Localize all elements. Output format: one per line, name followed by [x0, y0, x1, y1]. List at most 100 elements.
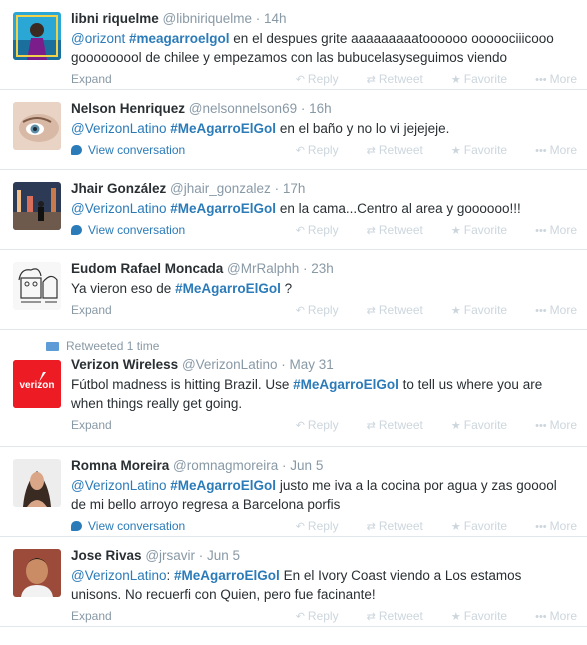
reply-button[interactable]: ↶ Reply: [282, 143, 339, 157]
tweet-item[interactable]: Jhair González @jhair_gonzalez · 17h @Ver…: [0, 170, 587, 250]
hashtag-link[interactable]: #MeAgarroElGol: [175, 281, 281, 296]
tweet-actions: ↶ Reply ⇄ Retweet ★ Favorite ••• More: [268, 519, 577, 533]
favorite-label: Favorite: [463, 609, 508, 623]
user-handle[interactable]: @VerizonLatino: [182, 357, 278, 372]
hashtag-link[interactable]: #MeAgarroElGol: [174, 568, 280, 583]
tweet-timestamp[interactable]: Jun 5: [207, 548, 240, 563]
retweet-button[interactable]: ⇄ Retweet: [353, 72, 423, 86]
avatar-verizon-wireless[interactable]: verizon: [13, 360, 61, 408]
tweet-timestamp[interactable]: Jun 5: [290, 458, 323, 473]
separator: ·: [278, 458, 291, 473]
more-button[interactable]: ••• More: [521, 143, 577, 157]
favorite-button[interactable]: ★ Favorite: [437, 418, 507, 432]
mention-link[interactable]: @VerizonLatino: [71, 568, 167, 583]
retweet-button[interactable]: ⇄ Retweet: [353, 303, 423, 317]
expand-link[interactable]: Expand: [71, 609, 112, 623]
more-icon: •••: [535, 225, 547, 237]
user-handle[interactable]: @romnagmoreira: [173, 458, 278, 473]
avatar-nelson-henriquez[interactable]: [13, 102, 61, 150]
separator: ·: [299, 261, 312, 276]
avatar-eudom-moncada[interactable]: [13, 262, 61, 310]
tweet-timestamp[interactable]: 23h: [311, 261, 334, 276]
tweet-item[interactable]: libni riquelme @libniriquelme · 14h @oriz…: [0, 0, 587, 90]
star-icon: ★: [450, 420, 461, 432]
user-fullname[interactable]: Romna Moreira: [71, 458, 169, 473]
favorite-button[interactable]: ★ Favorite: [437, 303, 507, 317]
expand-link[interactable]: Expand: [71, 72, 112, 86]
tweet-item[interactable]: Nelson Henriquez @nelsonnelson69 · 16h @V…: [0, 90, 587, 170]
user-handle[interactable]: @libniriquelme: [163, 11, 253, 26]
user-fullname[interactable]: libni riquelme: [71, 11, 159, 26]
reply-button[interactable]: ↶ Reply: [282, 418, 339, 432]
hashtag-link[interactable]: #MeAgarroElGol: [170, 201, 276, 216]
view-conversation-link[interactable]: View conversation: [71, 223, 185, 237]
retweet-button[interactable]: ⇄ Retweet: [353, 519, 423, 533]
retweet-button[interactable]: ⇄ Retweet: [353, 223, 423, 237]
tweet-item[interactable]: Romna Moreira @romnagmoreira · Jun 5 @Ver…: [0, 447, 587, 537]
tweet-footer: Expand ↶ Reply ⇄ Retweet ★ Favorite ••• More: [71, 300, 587, 320]
expand-link[interactable]: Expand: [71, 303, 112, 317]
more-button[interactable]: ••• More: [521, 418, 577, 432]
tweet-text: Fútbol madness is hitting Brazil. Use #M…: [71, 375, 587, 413]
more-button[interactable]: ••• More: [521, 519, 577, 533]
mention-link[interactable]: @VerizonLatino: [71, 201, 167, 216]
avatar-libni-riquelme[interactable]: [13, 12, 61, 60]
favorite-button[interactable]: ★ Favorite: [437, 609, 507, 623]
more-button[interactable]: ••• More: [521, 609, 577, 623]
view-conversation-link[interactable]: View conversation: [71, 143, 185, 157]
reply-button[interactable]: ↶ Reply: [282, 303, 339, 317]
avatar-jhair-gonzalez[interactable]: [13, 182, 61, 230]
expand-link[interactable]: Expand: [71, 418, 112, 432]
retweet-label: Retweet: [378, 223, 423, 237]
mention-link[interactable]: @VerizonLatino: [71, 478, 167, 493]
hashtag-link[interactable]: #MeAgarroElGol: [170, 121, 276, 136]
tweet-item[interactable]: Retweeted 1 time verizon Verizon Wireless …: [0, 330, 587, 447]
hashtag-link[interactable]: #MeAgarroElGol: [293, 377, 399, 392]
tweet-timestamp[interactable]: May 31: [289, 357, 333, 372]
retweet-context: Retweeted 1 time: [46, 338, 587, 356]
avatar-romna-moreira[interactable]: [13, 459, 61, 507]
reply-button[interactable]: ↶ Reply: [282, 72, 339, 86]
user-fullname[interactable]: Verizon Wireless: [71, 357, 178, 372]
tweet-timestamp[interactable]: 16h: [309, 101, 332, 116]
hashtag-link[interactable]: #MeAgarroElGol: [170, 478, 276, 493]
mention-link[interactable]: @VerizonLatino: [71, 121, 167, 136]
retweet-label: Retweet: [378, 519, 423, 533]
retweet-button[interactable]: ⇄ Retweet: [353, 418, 423, 432]
text-segment: ?: [280, 281, 293, 296]
retweet-button[interactable]: ⇄ Retweet: [353, 143, 423, 157]
retweet-button[interactable]: ⇄ Retweet: [353, 609, 423, 623]
more-button[interactable]: ••• More: [521, 223, 577, 237]
mention-link[interactable]: @orizont: [71, 31, 125, 46]
hashtag-link[interactable]: #meagarroelgol: [129, 31, 230, 46]
reply-button[interactable]: ↶ Reply: [282, 609, 339, 623]
avatar-jose-rivas[interactable]: [13, 549, 61, 597]
reply-button[interactable]: ↶ Reply: [282, 223, 339, 237]
user-handle[interactable]: @nelsonnelson69: [189, 101, 297, 116]
favorite-label: Favorite: [463, 519, 508, 533]
user-fullname[interactable]: Eudom Rafael Moncada: [71, 261, 223, 276]
conversation-icon: [71, 145, 82, 155]
reply-button[interactable]: ↶ Reply: [282, 519, 339, 533]
favorite-button[interactable]: ★ Favorite: [437, 143, 507, 157]
user-fullname[interactable]: Nelson Henriquez: [71, 101, 185, 116]
user-fullname[interactable]: Jose Rivas: [71, 548, 142, 563]
user-handle[interactable]: @jhair_gonzalez: [170, 181, 271, 196]
favorite-button[interactable]: ★ Favorite: [437, 519, 507, 533]
star-icon: ★: [450, 74, 461, 86]
user-fullname[interactable]: Jhair González: [71, 181, 166, 196]
favorite-button[interactable]: ★ Favorite: [437, 223, 507, 237]
tweet-item[interactable]: Eudom Rafael Moncada @MrRalphh · 23h Ya v…: [0, 250, 587, 330]
tweet-text: Ya vieron eso de #MeAgarroElGol ?: [71, 279, 587, 298]
more-button[interactable]: ••• More: [521, 303, 577, 317]
tweet-timestamp[interactable]: 14h: [264, 11, 287, 26]
tweet-stream: libni riquelme @libniriquelme · 14h @oriz…: [0, 0, 587, 645]
user-handle[interactable]: @MrRalphh: [227, 261, 299, 276]
view-conversation-link[interactable]: View conversation: [71, 519, 185, 533]
tweet-item[interactable]: Jose Rivas @jrsavir · Jun 5 @VerizonLatin…: [0, 537, 587, 627]
more-button[interactable]: ••• More: [521, 72, 577, 86]
favorite-button[interactable]: ★ Favorite: [437, 72, 507, 86]
user-handle[interactable]: @jrsavir: [145, 548, 195, 563]
more-label: More: [549, 303, 577, 317]
tweet-timestamp[interactable]: 17h: [283, 181, 306, 196]
